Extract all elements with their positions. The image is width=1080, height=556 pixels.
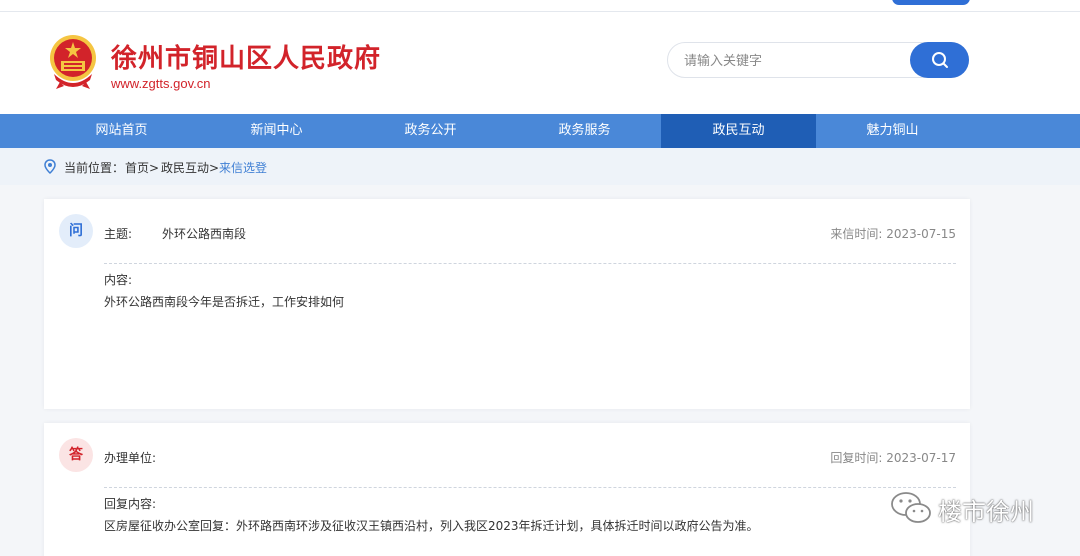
- top-utility-bar: [0, 0, 1080, 12]
- reply-date-label: 回复时间:: [830, 451, 883, 465]
- content-label: 内容:: [104, 273, 133, 287]
- reply-date-value: 2023-07-17: [886, 451, 956, 465]
- breadcrumb: 当前位置： 首页> 政民互动> 来信选登: [0, 148, 1080, 185]
- watermark-text: 楼市徐州: [938, 498, 1034, 526]
- search-icon: [931, 52, 948, 68]
- main-nav: 网站首页 新闻中心 政务公开 政务服务 政民互动 魅力铜山: [0, 114, 1080, 148]
- question-card: 问 主题: 外环公路西南段 来信时间: 2023-07-15 内容: 外环公路西…: [44, 199, 970, 409]
- location-pin-icon: [44, 159, 56, 174]
- reply-content: 区房屋征收办公室回复：外环路西南环涉及征收汉王镇西沿村，列入我区2023年拆迁计…: [104, 519, 759, 533]
- national-emblem-icon: [50, 35, 96, 89]
- search-input[interactable]: [684, 51, 904, 71]
- site-header: 徐州市铜山区人民政府 www.zgtts.gov.cn: [0, 12, 1080, 114]
- subject-value: 外环公路西南段: [162, 227, 247, 241]
- letter-date: 来信时间: 2023-07-15: [830, 225, 956, 242]
- letter-date-label: 来信时间:: [830, 227, 883, 241]
- search-box: [667, 42, 969, 78]
- question-content: 外环公路西南段今年是否拆迁，工作安排如何: [104, 295, 345, 309]
- top-login-button[interactable]: [892, 0, 970, 5]
- unit-label: 办理单位:: [104, 451, 157, 465]
- question-badge: 问: [59, 214, 93, 248]
- reply-content-label: 回复内容:: [104, 497, 157, 511]
- subject-label: 主题:: [104, 227, 133, 241]
- breadcrumb-home[interactable]: 首页>: [125, 159, 159, 176]
- breadcrumb-prefix: 当前位置：: [64, 161, 125, 175]
- site-title[interactable]: 徐州市铜山区人民政府: [111, 38, 381, 75]
- nav-item-charm[interactable]: 魅力铜山: [815, 114, 970, 148]
- watermark: 楼市徐州: [888, 486, 1058, 530]
- wechat-icon: [891, 492, 931, 523]
- answer-badge: 答: [59, 438, 93, 472]
- nav-item-interaction[interactable]: 政民互动: [661, 114, 816, 148]
- site-url[interactable]: www.zgtts.gov.cn: [111, 76, 210, 91]
- nav-item-news[interactable]: 新闻中心: [199, 114, 354, 148]
- nav-item-home[interactable]: 网站首页: [44, 114, 199, 148]
- reply-date: 回复时间: 2023-07-17: [830, 449, 956, 466]
- breadcrumb-section[interactable]: 政民互动>: [161, 159, 219, 176]
- nav-item-services[interactable]: 政务服务: [507, 114, 662, 148]
- breadcrumb-current[interactable]: 来信选登: [219, 159, 267, 176]
- divider: [104, 263, 956, 264]
- letter-date-value: 2023-07-15: [886, 227, 956, 241]
- answer-card: 答 办理单位: 回复时间: 2023-07-17 回复内容: 区房屋征收办公室回…: [44, 423, 970, 556]
- search-button[interactable]: [910, 42, 969, 78]
- nav-item-gov-affairs[interactable]: 政务公开: [353, 114, 508, 148]
- divider: [104, 487, 956, 488]
